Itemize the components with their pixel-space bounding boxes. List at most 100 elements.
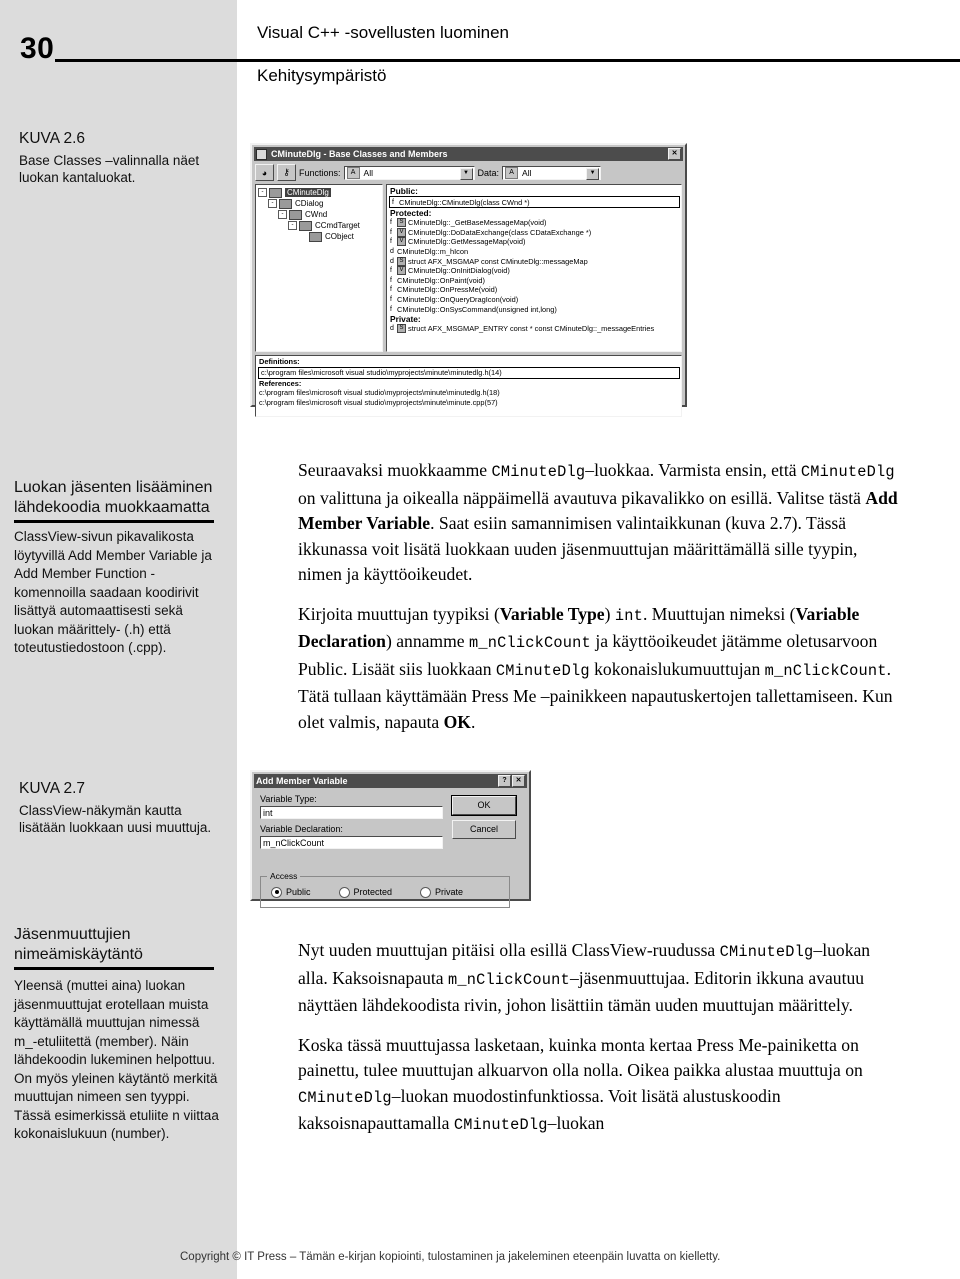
figure-26-caption: KUVA 2.6 Base Classes –valinnalla näet l… <box>19 130 224 186</box>
tree-node[interactable]: - CWnd <box>258 209 382 220</box>
access-radio-label: Private <box>435 887 464 897</box>
class-browser-toolbar[interactable]: ◕ ⚷ Functions: A All ▼ Data: A All ▼ <box>255 164 682 181</box>
access-radio-private[interactable]: Private <box>420 886 464 898</box>
header-rule <box>55 59 960 62</box>
definitions-references-pane[interactable]: Definitions: c:\program files\microsoft v… <box>255 355 682 417</box>
tree-node-label: CCmdTarget <box>315 221 360 230</box>
variable-declaration-input[interactable]: m_nClickCount <box>260 836 443 849</box>
member-row-label: CMinuteDlg::OnPaint(void) <box>397 275 485 285</box>
functions-label: Functions: <box>299 167 341 178</box>
member-kind-icon: d <box>390 257 394 265</box>
member-row[interactable]: f CMinuteDlg::OnSysCommand(unsigned int,l… <box>388 304 681 314</box>
tree-toggle-icon[interactable]: - <box>278 210 287 219</box>
radio-dot-icon[interactable] <box>338 886 350 898</box>
member-kind-icon: d <box>390 325 394 333</box>
p3-code-1: CMinuteDlg <box>719 943 814 961</box>
member-row[interactable]: f CMinuteDlg::OnPaint(void) <box>388 276 681 286</box>
p2-bold-3: OK <box>443 711 471 732</box>
member-kind-icon: f <box>392 198 394 206</box>
p1-code-1: CMinuteDlg <box>491 463 586 481</box>
access-groupbox: Access Public Protected Private <box>260 871 510 908</box>
access-legend: Access <box>267 871 301 881</box>
sidebar-heading-1: Luokan jäsenten lisääminen lähdekoodia m… <box>14 478 222 523</box>
member-badge-icon: S <box>397 218 406 228</box>
member-row-label: CMinuteDlg::GetMessageMap(void) <box>408 237 526 247</box>
definition-path[interactable]: c:\program files\microsoft visual studio… <box>258 366 680 379</box>
p4-t3: –luokan <box>547 1113 605 1133</box>
member-row[interactable]: d Sstruct AFX_MSGMAP const CMinuteDlg::me… <box>388 256 681 266</box>
member-row-label: CMinuteDlg::CMinuteDlg(class CWnd *) <box>399 197 530 207</box>
class-folder-icon <box>269 187 282 198</box>
radio-dot-icon[interactable] <box>420 886 432 898</box>
functions-filter-combo[interactable]: A All ▼ <box>343 165 475 180</box>
member-row[interactable]: f CMinuteDlg::CMinuteDlg(class CWnd *) <box>389 196 680 208</box>
reference-path[interactable]: c:\program files\microsoft visual studio… <box>257 398 681 408</box>
member-kind-icon: f <box>390 219 392 227</box>
member-section-header: Public: <box>390 186 418 196</box>
tree-node[interactable]: - CDialog <box>258 198 382 209</box>
member-row[interactable]: f V CMinuteDlg::GetMessageMap(void) <box>388 237 681 247</box>
reference-path[interactable]: c:\program files\microsoft visual studio… <box>257 388 681 398</box>
radio-dot-icon[interactable] <box>271 886 282 898</box>
member-list-pane[interactable]: Public:f CMinuteDlg::CMinuteDlg(class CWn… <box>386 184 682 352</box>
paragraph-3: Nyt uuden muuttujan pitäisi olla esillä … <box>298 938 898 1019</box>
add-member-variable-dialog[interactable]: Add Member Variable ? ✕ Variable Type: i… <box>250 770 531 908</box>
member-badge-icon: S <box>397 256 406 266</box>
tree-node-label: CWnd <box>305 210 328 219</box>
class-browser-titlebar[interactable]: CMinuteDlg - Base Classes and Members ✕ <box>254 147 683 161</box>
chevron-down-icon[interactable]: ▼ <box>586 167 600 180</box>
member-row[interactable]: f S CMinuteDlg::_GetBaseMessageMap(void) <box>388 218 681 228</box>
class-folder-icon <box>289 209 302 220</box>
figure-26-label: KUVA 2.6 <box>19 130 86 147</box>
member-row-label: CMinuteDlg::m_hIcon <box>397 247 469 257</box>
key-icon[interactable]: ⚷ <box>277 164 296 181</box>
help-icon[interactable]: ? <box>498 775 511 787</box>
member-row[interactable]: f V CMinuteDlg::DoDataExchange(class CData… <box>388 227 681 238</box>
access-radio-public[interactable]: Public <box>271 886 311 898</box>
variable-type-input[interactable]: int <box>260 806 443 819</box>
member-kind-icon: f <box>390 305 392 313</box>
tree-node-label: CObject <box>325 232 354 241</box>
tree-toggle-icon[interactable]: - <box>268 199 277 208</box>
access-radio-row[interactable]: Public Protected Private <box>261 877 509 907</box>
tree-node[interactable]: - CCmdTarget <box>258 220 382 231</box>
p3-t1: Nyt uuden muuttujan pitäisi olla esillä … <box>298 940 720 960</box>
amv-title: Add Member Variable <box>256 776 348 786</box>
ok-button[interactable]: OK <box>452 796 516 815</box>
window-icon <box>256 148 267 160</box>
class-browser-title: CMinuteDlg - Base Classes and Members <box>271 149 448 159</box>
class-tree-pane[interactable]: - CMinuteDlg - CDialog - CWnd - CCmdTarget CObje… <box>255 184 383 352</box>
functions-filter-value: All <box>363 167 373 178</box>
body-text-top: Seuraavaksi muokkaamme CMinuteDlg–luokka… <box>298 458 898 749</box>
member-row[interactable]: d CMinuteDlg::m_hIcon <box>388 247 681 257</box>
close-icon[interactable]: ✕ <box>512 775 525 787</box>
p2-code-1: int <box>614 606 643 625</box>
globe-icon[interactable]: ◕ <box>255 164 274 181</box>
tree-node[interactable]: CObject <box>258 231 382 242</box>
sidebar-body-1: ClassView-sivun pikavalikosta löytyvillä… <box>14 529 212 655</box>
tree-toggle-icon[interactable]: - <box>258 188 267 197</box>
member-row-label: struct AFX_MSGMAP const CMinuteDlg::mess… <box>408 256 588 266</box>
class-folder-icon <box>279 198 292 209</box>
tree-node[interactable]: - CMinuteDlg <box>258 187 382 198</box>
close-icon[interactable]: ✕ <box>668 148 681 160</box>
cancel-button[interactable]: Cancel <box>452 820 516 839</box>
sidebar-heading-1-line1: Luokan jäsenten lisääminen <box>14 479 213 496</box>
member-row[interactable]: f CMinuteDlg::OnPressMe(void) <box>388 285 681 295</box>
tree-toggle-icon[interactable]: - <box>288 221 297 230</box>
data-filter-value: All <box>522 167 532 178</box>
member-row[interactable]: f V CMinuteDlg::OnInitDialog(void) <box>388 266 681 276</box>
copyright-notice: Copyright © IT Press – Tämän e-kirjan ko… <box>180 1251 721 1263</box>
data-filter-combo[interactable]: A All ▼ <box>502 165 602 180</box>
member-row-label: CMinuteDlg::OnSysCommand(unsigned int,lo… <box>397 304 557 314</box>
member-row[interactable]: f CMinuteDlg::OnQueryDragIcon(void) <box>388 295 681 305</box>
amv-titlebar[interactable]: Add Member Variable ? ✕ <box>254 774 527 788</box>
class-browser-window[interactable]: CMinuteDlg - Base Classes and Members ✕ … <box>250 143 687 417</box>
chevron-down-icon[interactable]: ▼ <box>459 167 473 180</box>
p1-code-2: CMinuteDlg <box>800 463 895 481</box>
p4-code-1: CMinuteDlg <box>298 1088 392 1107</box>
member-row[interactable]: d Sstruct AFX_MSGMAP_ENTRY const * const … <box>388 324 681 334</box>
member-row-label: CMinuteDlg::OnInitDialog(void) <box>408 266 510 276</box>
class-folder-icon <box>309 231 322 242</box>
access-radio-protected[interactable]: Protected <box>338 886 392 898</box>
